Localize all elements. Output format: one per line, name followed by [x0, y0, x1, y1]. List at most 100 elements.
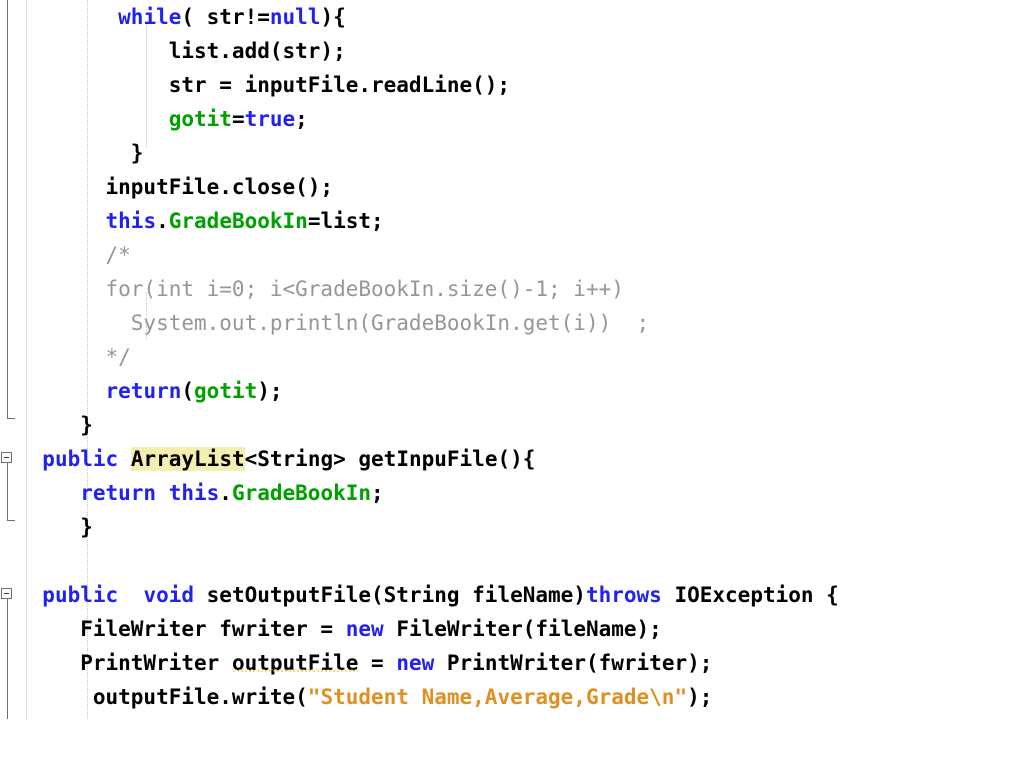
- code-line-content: outputFile.write("Student Name,Average,G…: [17, 680, 713, 714]
- code-token: PrintWriter: [17, 651, 232, 675]
- code-line[interactable]: }: [0, 408, 1024, 442]
- code-token: outputFile.write(: [17, 685, 308, 709]
- code-token: for(int i=0; i<GradeBookIn.size()-1; i++…: [17, 277, 624, 301]
- code-token: return this: [80, 481, 220, 505]
- code-token: ;: [295, 107, 308, 131]
- code-line[interactable]: }: [0, 136, 1024, 170]
- code-token: ;: [371, 481, 384, 505]
- code-line[interactable]: this.GradeBookIn=list;: [0, 204, 1024, 238]
- code-token: str = inputFile.readLine();: [17, 73, 511, 97]
- code-token: .: [156, 209, 169, 233]
- code-line[interactable]: gotit=true;: [0, 102, 1024, 136]
- code-token: */: [17, 345, 131, 369]
- code-token: FileWriter fwriter =: [17, 617, 346, 641]
- code-line[interactable]: [0, 544, 1024, 578]
- code-token: outputFile: [231, 651, 359, 675]
- code-line-content: }: [17, 408, 93, 442]
- code-token: null: [269, 5, 321, 29]
- code-line[interactable]: /*: [0, 238, 1024, 272]
- code-token: /*: [17, 243, 131, 267]
- code-token: FileWriter(fileName);: [383, 617, 662, 641]
- code-token: public void: [42, 583, 195, 607]
- code-line[interactable]: PrintWriter outputFile = new PrintWriter…: [0, 646, 1024, 680]
- code-line-content: str = inputFile.readLine();: [17, 68, 510, 102]
- code-line-content: list.add(str);: [17, 34, 346, 68]
- editor-empty-area: [0, 719, 1024, 767]
- code-token: "Student Name,Average,Grade\n": [307, 685, 688, 709]
- code-editor[interactable]: while( str!=null){ list.add(str); str = …: [0, 0, 1024, 767]
- code-token: }: [17, 141, 144, 165]
- code-token: =list;: [307, 209, 384, 233]
- code-surface[interactable]: while( str!=null){ list.add(str); str = …: [0, 0, 1024, 719]
- code-token: inputFile.close();: [17, 175, 334, 199]
- code-line[interactable]: */: [0, 340, 1024, 374]
- code-line-content: System.out.println(GradeBookIn.get(i)) ;: [17, 306, 649, 340]
- code-line[interactable]: System.out.println(GradeBookIn.get(i)) ;: [0, 306, 1024, 340]
- code-line-content: }: [17, 510, 93, 544]
- code-token: .: [219, 481, 232, 505]
- code-line-content: public ArrayList<String> getInpuFile(){: [17, 442, 535, 476]
- code-token: this: [105, 209, 157, 233]
- code-token: PrintWriter(fwriter);: [434, 651, 713, 675]
- code-token: throws: [585, 583, 662, 607]
- code-line-content: while( str!=null){: [17, 0, 346, 34]
- code-line[interactable]: }: [0, 510, 1024, 544]
- code-line[interactable]: inputFile.close();: [0, 170, 1024, 204]
- code-token: =: [358, 651, 397, 675]
- code-line-content: /*: [17, 238, 131, 272]
- code-token: IOException {: [661, 583, 839, 607]
- code-line[interactable]: list.add(str);: [0, 34, 1024, 68]
- code-line-content: gotit=true;: [17, 102, 308, 136]
- code-line[interactable]: return this.GradeBookIn;: [0, 476, 1024, 510]
- code-line[interactable]: str = inputFile.readLine();: [0, 68, 1024, 102]
- code-token: while: [118, 5, 182, 29]
- code-token: setOutputFile(String fileName): [194, 583, 586, 607]
- code-line[interactable]: while( str!=null){: [0, 0, 1024, 34]
- code-token: System.out.println(GradeBookIn.get(i)) ;: [17, 311, 650, 335]
- code-line[interactable]: public void setOutputFile(String fileNam…: [0, 578, 1024, 612]
- code-token: GradeBookIn: [231, 481, 372, 505]
- code-line-content: }: [17, 136, 144, 170]
- code-line[interactable]: public ArrayList<String> getInpuFile(){: [0, 442, 1024, 476]
- code-token: gotit: [194, 379, 258, 403]
- code-token: public: [42, 447, 119, 471]
- code-line[interactable]: return(gotit);: [0, 374, 1024, 408]
- code-line-content: public void setOutputFile(String fileNam…: [17, 578, 839, 612]
- code-token: ){: [320, 5, 346, 29]
- code-line-content: for(int i=0; i<GradeBookIn.size()-1; i++…: [17, 272, 624, 306]
- code-line-content: */: [17, 340, 131, 374]
- code-token: }: [17, 413, 93, 437]
- code-token: );: [687, 685, 713, 709]
- code-token: new: [396, 651, 435, 675]
- code-token: <String> getInpuFile(){: [244, 447, 536, 471]
- code-line[interactable]: outputFile.write("Student Name,Average,G…: [0, 680, 1024, 714]
- code-line[interactable]: for(int i=0; i<GradeBookIn.size()-1; i++…: [0, 272, 1024, 306]
- code-line-content: FileWriter fwriter = new FileWriter(file…: [17, 612, 662, 646]
- code-line-content: PrintWriter outputFile = new PrintWriter…: [17, 646, 712, 680]
- code-token: ArrayList: [130, 447, 245, 471]
- code-line-content: return(gotit);: [17, 374, 283, 408]
- code-line-content: return this.GradeBookIn;: [17, 476, 384, 510]
- code-token: ( str!=: [181, 5, 270, 29]
- code-line-content: this.GradeBookIn=list;: [17, 204, 384, 238]
- code-token: }: [17, 515, 93, 539]
- code-token: =: [231, 107, 245, 131]
- code-token: (: [181, 379, 195, 403]
- code-line[interactable]: FileWriter fwriter = new FileWriter(file…: [0, 612, 1024, 646]
- code-line-content: inputFile.close();: [17, 170, 334, 204]
- code-token: gotit: [168, 107, 232, 131]
- code-token: );: [257, 379, 283, 403]
- code-token: new: [345, 617, 384, 641]
- code-token: true: [244, 107, 296, 131]
- code-token: list.add(str);: [17, 39, 346, 63]
- code-token: GradeBookIn: [168, 209, 308, 233]
- code-token: return: [105, 379, 182, 403]
